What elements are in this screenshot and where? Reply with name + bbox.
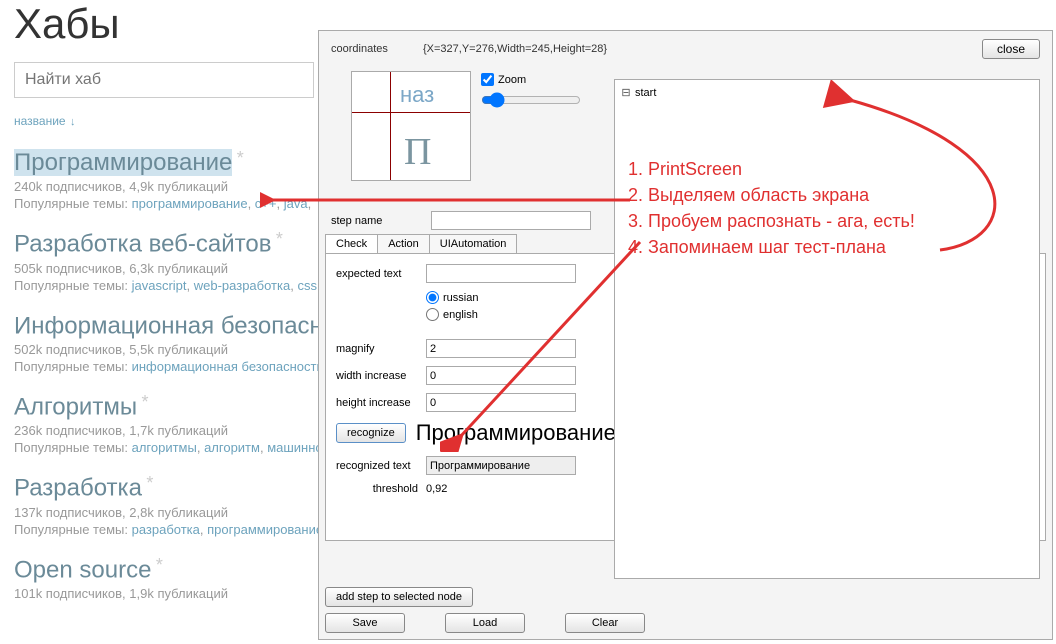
expected-input[interactable] <box>426 264 576 283</box>
width-increase-label: width increase <box>336 370 426 382</box>
preview-text: П <box>404 130 431 174</box>
zoom-controls: Zoom <box>481 73 581 113</box>
english-label: english <box>443 309 478 321</box>
topic-link[interactable]: алгоритм <box>204 440 260 455</box>
recognized-input <box>426 456 576 475</box>
crosshair-h-icon <box>352 112 470 113</box>
preview-text: наз <box>400 82 434 108</box>
search-input[interactable] <box>14 62 314 98</box>
hub-name[interactable]: Программирование <box>14 149 232 176</box>
magnify-input[interactable] <box>426 339 576 358</box>
topic-link[interactable]: машинно <box>267 440 322 455</box>
recognize-button[interactable]: recognize <box>336 423 406 443</box>
add-step-button[interactable]: add step to selected node <box>325 587 473 607</box>
sort-link[interactable]: название <box>14 114 66 128</box>
zoom-slider[interactable] <box>481 92 581 108</box>
height-increase-input[interactable] <box>426 393 576 412</box>
tab-uiautomation[interactable]: UIAutomation <box>429 234 518 253</box>
magnify-label: magnify <box>336 343 426 355</box>
step-name-input[interactable] <box>431 211 591 230</box>
hub-name[interactable]: Open source <box>14 556 151 583</box>
load-button[interactable]: Load <box>445 613 525 633</box>
close-button[interactable]: close <box>982 39 1040 59</box>
hub-name[interactable]: Разработка веб-сайтов <box>14 231 271 258</box>
star-icon: * <box>276 229 283 249</box>
topic-link[interactable]: java <box>284 196 308 211</box>
zoom-checkbox[interactable]: Zoom <box>481 73 581 86</box>
topic-link[interactable]: css <box>297 278 317 293</box>
topic-link[interactable]: информационная безопасность <box>132 359 324 374</box>
tab-action[interactable]: Action <box>377 234 430 253</box>
save-button[interactable]: Save <box>325 613 405 633</box>
english-radio-input[interactable] <box>426 308 439 321</box>
threshold-label: threshold <box>336 483 426 495</box>
tree-panel[interactable]: ⊟ start <box>614 79 1040 579</box>
tool-header: coordinates {X=327,Y=276,Width=245,Heigh… <box>319 31 1052 63</box>
star-icon: * <box>146 473 153 493</box>
recognize-result-big: Программирование <box>416 420 616 446</box>
topic-link[interactable]: web-разработка <box>194 278 290 293</box>
star-icon: * <box>237 148 244 168</box>
tool-window: coordinates {X=327,Y=276,Width=245,Heigh… <box>318 30 1053 640</box>
height-increase-label: height increase <box>336 397 426 409</box>
recognized-label: recognized text <box>336 460 426 472</box>
step-name-label: step name <box>331 215 423 227</box>
hub-name[interactable]: Разработка <box>14 475 142 502</box>
star-icon: * <box>156 555 163 575</box>
sort-arrow-icon: ↓ <box>70 116 76 128</box>
tab-check[interactable]: Check <box>325 234 378 253</box>
russian-radio-input[interactable] <box>426 291 439 304</box>
topic-link[interactable]: разработка <box>132 522 200 537</box>
zoom-preview: наз П <box>351 71 471 181</box>
tree-root-label: start <box>635 87 656 99</box>
clear-button[interactable]: Clear <box>565 613 645 633</box>
bottom-buttons: add step to selected node Save Load Clea… <box>325 587 1046 633</box>
zoom-label: Zoom <box>498 74 526 86</box>
star-icon: * <box>142 392 149 412</box>
threshold-value: 0,92 <box>426 483 447 495</box>
topic-link[interactable]: программирование <box>132 196 248 211</box>
width-increase-input[interactable] <box>426 366 576 385</box>
topic-link[interactable]: javascript <box>132 278 187 293</box>
topic-link[interactable]: программирование <box>207 522 323 537</box>
russian-label: russian <box>443 292 478 304</box>
coordinates-label: coordinates <box>331 43 423 55</box>
crosshair-v-icon <box>390 72 391 180</box>
expected-label: expected text <box>336 268 426 280</box>
topic-link[interactable]: алгоритмы <box>132 440 197 455</box>
zoom-checkbox-input[interactable] <box>481 73 494 86</box>
topic-link[interactable]: с++ <box>255 196 277 211</box>
tree-expand-icon[interactable]: ⊟ <box>621 86 631 99</box>
hub-name[interactable]: Алгоритмы <box>14 393 137 420</box>
coordinates-value: {X=327,Y=276,Width=245,Height=28} <box>423 43 607 55</box>
tree-root-node[interactable]: ⊟ start <box>621 86 1033 99</box>
